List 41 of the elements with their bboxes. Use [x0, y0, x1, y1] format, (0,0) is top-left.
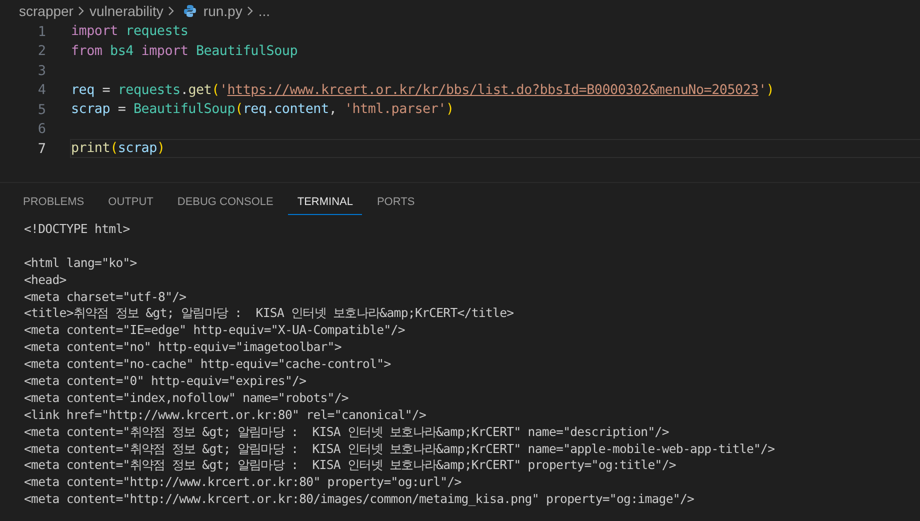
line-number: 5: [36, 102, 46, 118]
code-line: scrap = BeautifulSoup(req.content, 'html.parser'): [71, 102, 454, 118]
terminal-output-line: <meta content="http://www.krcert.or.kr:80" property="og:url"/>: [24, 475, 462, 490]
chevron-icon: [77, 6, 86, 16]
chevron-icon: [167, 6, 176, 16]
code-line: from bs4 import BeautifulSoup: [71, 44, 298, 59]
line-number: 1: [36, 24, 46, 40]
breadcrumb-item[interactable]: vulnerability: [89, 3, 164, 19]
line-number: 6: [36, 121, 46, 138]
breadcrumb-item[interactable]: ...: [258, 3, 270, 19]
code-line: print(scrap): [71, 141, 165, 156]
chevron-icon: [246, 6, 254, 16]
breadcrumb-item[interactable]: run.py: [203, 3, 242, 19]
terminal-output-line: <meta content="0" http-equiv="expires"/>: [24, 374, 306, 388]
panel-tab[interactable]: OUTPUT: [99, 190, 162, 214]
breadcrumb-item[interactable]: scrapper: [19, 3, 74, 19]
terminal-output-line: <meta charset="utf-8"/>: [24, 290, 186, 304]
terminal-output-line: <meta content="취약점 정보 &gt; 알림마당 : KISA 인터넷 보호나라&amp;KrCERT" property="og:title"/>: [24, 458, 676, 472]
panel-tab[interactable]: PORTS: [368, 190, 424, 214]
terminal-output-line: <meta content="http://www.krcert.or.kr:80/images/common/metaimg_kisa.png" property="og:image"/>: [24, 492, 694, 506]
line-number: 4: [36, 82, 46, 98]
terminal-output-line: <meta content="no-cache" http-equiv="cache-control">: [24, 357, 391, 372]
line-number: 7: [36, 140, 46, 157]
line-number: 3: [36, 62, 46, 79]
panel-tab[interactable]: DEBUG CONSOLE: [168, 190, 282, 214]
code-line: req = requests.get('https://www.krcert.or.kr/kr/bbs/list.do?bbsId=B0000302&menuNo=205023'): [71, 82, 774, 98]
line-number: 2: [36, 43, 46, 60]
terminal-output-line: <meta content="취약점 정보 &gt; 알림마당 : KISA 인터넷 보호나라&amp;KrCERT" name="description"/>: [24, 424, 669, 439]
terminal-output-line: <!DOCTYPE html>: [24, 222, 130, 236]
terminal-output-line: <head>: [24, 272, 66, 287]
terminal-output-line: <title>취약점 정보 &gt; 알림마당 : KISA 인터넷 보호나라&amp;KrCERT</title>: [24, 306, 514, 320]
terminal-output-line: <html lang="ko">: [24, 256, 137, 270]
panel-tab[interactable]: PROBLEMS: [14, 190, 94, 214]
terminal-output-line: <meta content="index,nofollow" name="robots"/>: [24, 390, 348, 405]
terminal-output-line: <meta content="no" http-equiv="imagetoolbar">: [24, 340, 342, 354]
terminal-output-line: <meta content="취약점 정보 &gt; 알림마당 : KISA 인터넷 보호나라&amp;KrCERT" name="apple-mobile-web-app-title"/>: [24, 442, 775, 456]
terminal-output-line: <link href="http://www.krcert.or.kr:80" rel="canonical"/>: [24, 408, 426, 422]
python-file-icon: [183, 4, 198, 18]
code-line: import requests: [71, 24, 188, 40]
panel-tab[interactable]: TERMINAL: [288, 190, 362, 214]
terminal-output-line: <meta content="IE=edge" http-equiv="X-UA-Compatible"/>: [24, 323, 405, 338]
